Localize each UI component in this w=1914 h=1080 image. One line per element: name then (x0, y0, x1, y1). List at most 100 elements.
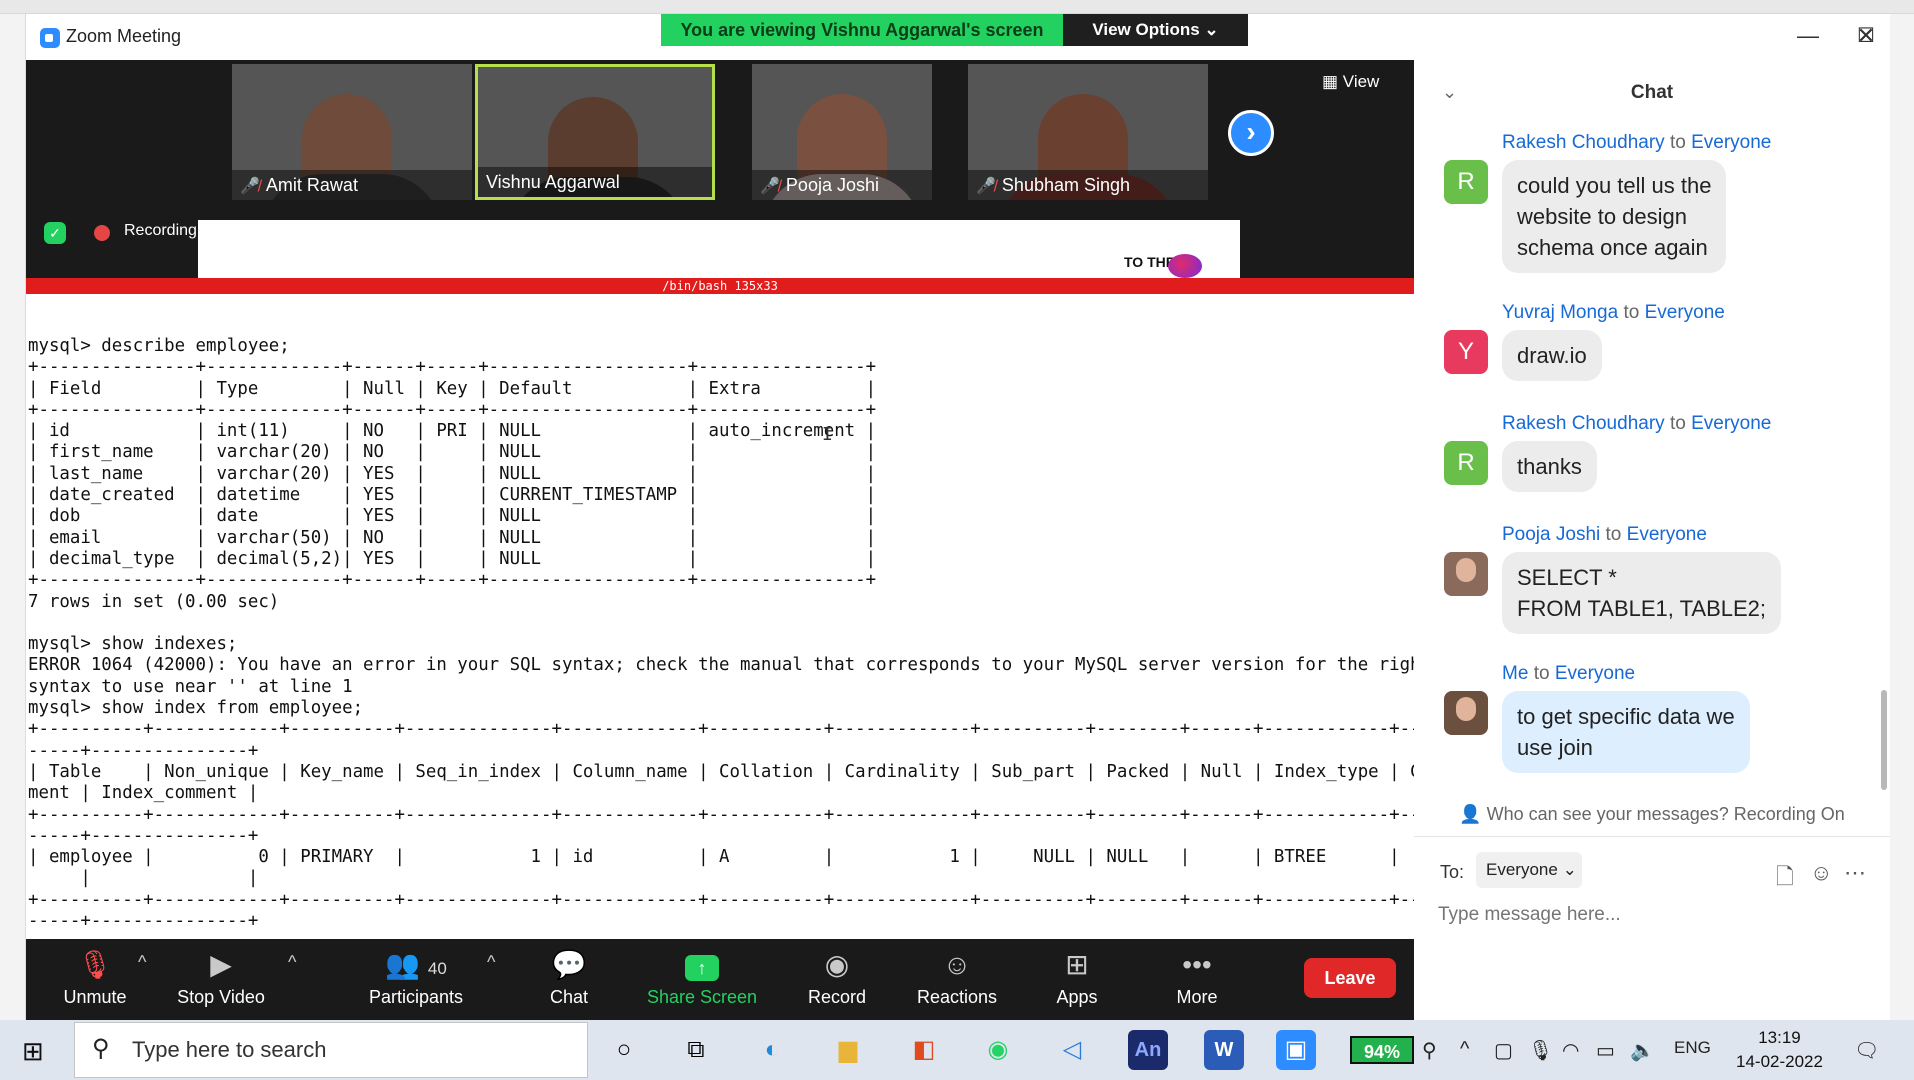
view-label: View (1342, 72, 1380, 91)
grid-icon: ▦ (1322, 72, 1343, 91)
edge-browser-icon[interactable]: ◐ (752, 1030, 792, 1070)
recording-dot-icon (94, 225, 110, 241)
vscode-icon[interactable]: ◁ (1052, 1030, 1092, 1070)
office-icon[interactable]: ◧ (904, 1030, 944, 1070)
clock-time: 13:19 (1758, 1028, 1801, 1047)
avatar-photo (1444, 691, 1488, 735)
message-bubble: could you tell us the website to design … (1502, 160, 1727, 273)
language-indicator[interactable]: ENG (1674, 1038, 1711, 1058)
gallery-view-button[interactable]: ▦ View (1322, 72, 1379, 92)
participant-name: Vishnu Aggarwal (486, 172, 620, 192)
participant-name-bar: 🎤̸ Shubham Singh (968, 170, 1208, 200)
message-recipient: Everyone (1554, 663, 1636, 684)
close-button[interactable]: ✕ (1846, 22, 1886, 50)
user-lock-icon: 👤 (1459, 804, 1487, 824)
animate-icon[interactable]: An (1128, 1030, 1168, 1070)
participant-tile[interactable]: 🎤̸ Pooja Joshi (752, 64, 932, 200)
participants-button[interactable]: 👥 40 Participants (356, 945, 476, 1008)
more-dots-icon: ••• (1182, 949, 1212, 980)
avatar: R (1444, 160, 1488, 204)
participant-tile[interactable]: 🎤̸ Shubham Singh (968, 64, 1208, 200)
microphone-icon[interactable]: 🎙 (1528, 1038, 1553, 1063)
message-header: Yuvraj Monga to Everyone (1502, 302, 1725, 324)
terminal-window[interactable]: mysql> describe employee; +-------------… (26, 294, 1414, 939)
wifi-icon[interactable]: ◠ (1562, 1038, 1579, 1063)
chevron-down-icon: ⌄ (1562, 860, 1577, 879)
view-options-button[interactable]: View Options ⌄ (1063, 14, 1248, 46)
participant-tile[interactable]: 🎤̸ Amit Rawat (232, 64, 472, 200)
chevron-right-icon[interactable]: › (1228, 110, 1274, 156)
show-hidden-icons-chevron[interactable]: ^ (1460, 1038, 1469, 1061)
smiley-plus-icon: ☺ (942, 949, 972, 980)
message-recipient: Everyone (1691, 413, 1772, 434)
share-screen-button[interactable]: ↑ Share Screen (636, 945, 768, 1008)
usb-icon[interactable]: ⚲ (1422, 1038, 1437, 1063)
reactions-button[interactable]: ☺ Reactions (902, 945, 1012, 1008)
background-app-edge-right (1890, 14, 1914, 1020)
mic-muted-icon: 🎤̸ (760, 178, 780, 195)
emoji-icon[interactable]: ☺ (1810, 860, 1832, 886)
clock[interactable]: 13:19 14-02-2022 (1736, 1026, 1823, 1074)
cortana-icon[interactable]: ○ (604, 1030, 644, 1070)
zoom-taskbar-icon[interactable]: ▣ (1276, 1030, 1316, 1070)
record-button[interactable]: ◉ Record (782, 945, 892, 1008)
message-to: to (1605, 524, 1622, 545)
audio-options-caret[interactable]: ^ (138, 952, 146, 973)
recording-label: Recording (124, 222, 197, 239)
mic-muted-icon: 🎤̸ (240, 178, 260, 195)
message-recipient: Everyone (1626, 524, 1707, 545)
participant-name: Amit Rawat (265, 175, 358, 195)
more-options-icon[interactable]: ⋯ (1844, 860, 1866, 886)
apps-button[interactable]: ⊞ Apps (1022, 945, 1132, 1008)
avatar-photo (1444, 552, 1488, 596)
notifications-icon[interactable]: 🗨 (1854, 1038, 1879, 1063)
message-bubble: SELECT * FROM TABLE1, TABLE2; (1502, 552, 1782, 634)
participant-name-bar: 🎤̸ Amit Rawat (232, 170, 472, 200)
search-placeholder: Type here to search (132, 1037, 327, 1062)
leave-button[interactable]: Leave (1304, 958, 1396, 998)
share-screen-label: Share Screen (646, 987, 758, 1007)
video-options-caret[interactable]: ^ (288, 952, 296, 973)
terminal-output: mysql> describe employee; +-------------… (28, 336, 1414, 932)
windows-start-icon[interactable]: ⊞ (22, 1036, 44, 1067)
whatsapp-icon[interactable]: ◉ (978, 1030, 1018, 1070)
message-sender: Yuvraj Monga (1502, 302, 1619, 323)
message-to: to (1669, 413, 1686, 434)
chat-privacy-link[interactable]: 👤 Who can see your messages? Recording O… (1414, 804, 1890, 825)
message-input[interactable] (1438, 900, 1868, 930)
participant-name: Shubham Singh (1001, 175, 1131, 195)
message-bubble: to get specific data we use join (1502, 691, 1750, 773)
apps-icon: ⊞ (1065, 949, 1089, 980)
record-label: Record (807, 987, 867, 1007)
participant-name: Pooja Joshi (785, 175, 879, 195)
task-view-icon[interactable]: ⧉ (676, 1030, 716, 1070)
participant-name-bar: Vishnu Aggarwal (478, 167, 712, 197)
message-header: Rakesh Choudhary to Everyone (1502, 132, 1771, 154)
word-icon[interactable]: W (1204, 1030, 1244, 1070)
file-explorer-icon[interactable]: ▆ (828, 1030, 868, 1070)
chat-button[interactable]: 💬 Chat (514, 945, 624, 1008)
avatar: R (1444, 441, 1488, 485)
stop-video-button[interactable]: ▶ Stop Video (166, 945, 276, 1008)
recipient-value: Everyone (1486, 860, 1558, 879)
search-icon: ⚲ (92, 1035, 110, 1062)
participant-tile-active[interactable]: Vishnu Aggarwal (475, 64, 715, 200)
recipient-select[interactable]: Everyone ⌄ (1476, 852, 1582, 888)
shield-check-icon[interactable]: ✓ (44, 222, 66, 244)
participants-options-caret[interactable]: ^ (487, 952, 495, 973)
minimize-button[interactable]: — (1788, 22, 1828, 50)
to-label: To: (1440, 862, 1465, 882)
battery-icon[interactable]: ▭ (1596, 1038, 1615, 1063)
divider (1414, 836, 1890, 837)
chat-title: Chat (1630, 82, 1674, 103)
unmute-button[interactable]: 🎙 Unmute (40, 945, 150, 1008)
meet-now-icon[interactable]: ▢ (1494, 1038, 1513, 1063)
participants-label: Participants (368, 987, 464, 1007)
battery-indicator[interactable]: 94% (1350, 1036, 1414, 1064)
file-icon[interactable]: 🗋 (1776, 860, 1794, 898)
more-button[interactable]: ••• More (1142, 945, 1252, 1008)
privacy-note: Who can see your messages? Recording On (1486, 804, 1845, 824)
chat-scrollbar[interactable] (1881, 690, 1887, 790)
brand-logo-icon (1168, 254, 1202, 278)
volume-icon[interactable]: 🔈 (1630, 1038, 1655, 1063)
